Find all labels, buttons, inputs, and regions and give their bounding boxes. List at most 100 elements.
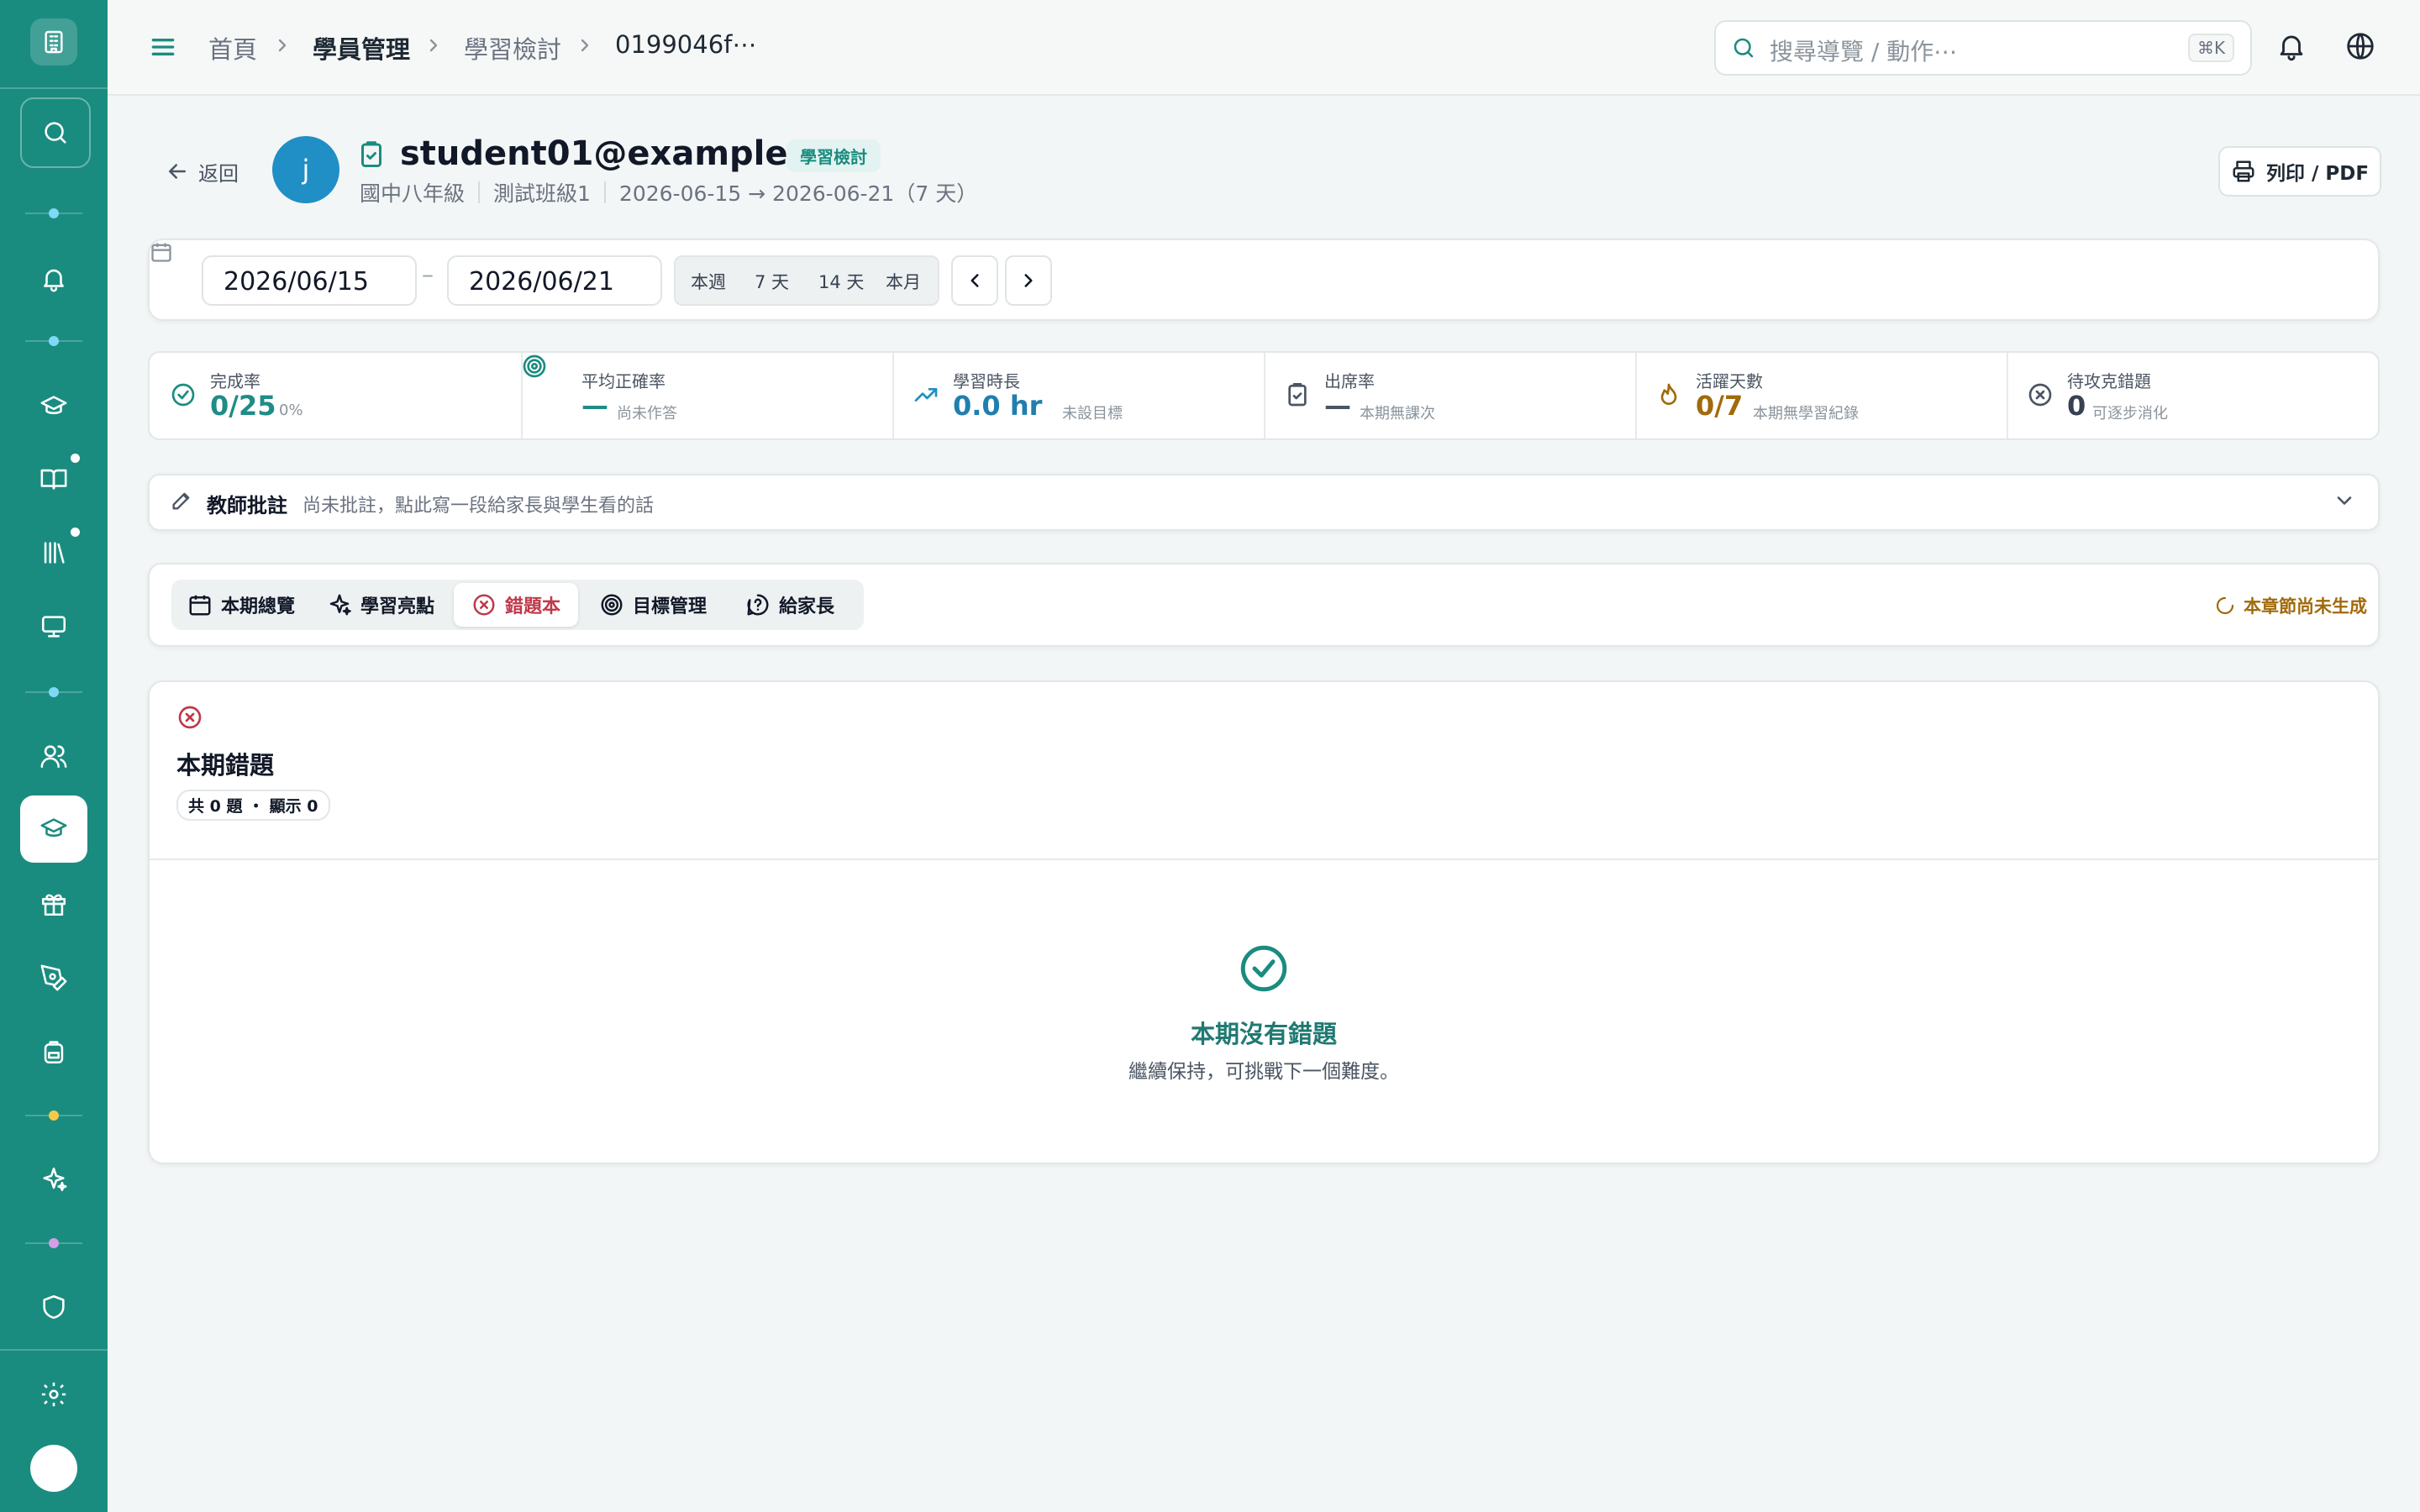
sidebar-item-classroom[interactable] xyxy=(20,593,87,660)
review-period: 2026-06-15 → 2026-06-21（7 天） xyxy=(618,181,978,206)
search-icon xyxy=(45,122,66,144)
student-class: 測試班級1 xyxy=(493,181,591,206)
tab-mistakes[interactable]: 錯題本 xyxy=(454,583,578,627)
stat-value: 0.0 hr xyxy=(953,390,1043,422)
stat-value: 0/25 xyxy=(210,390,276,422)
sidebar-item-security[interactable] xyxy=(20,1273,87,1341)
stats-strip: 完成率 0/25 0% 平均正確率 — 尚未作答 學習時長 0.0 hr 未設目… xyxy=(148,351,2380,440)
preset-14-days[interactable]: 14 天 xyxy=(818,269,864,294)
breadcrumb-page[interactable]: 學習檢討 xyxy=(464,30,561,66)
end-date-value: 2026/06/21 xyxy=(469,267,614,297)
global-search[interactable]: 搜尋導覽 / 動作⋯ ⌘K xyxy=(1714,20,2252,76)
graduation-cap-icon xyxy=(40,396,67,415)
breadcrumb-current: 0199046f⋯ xyxy=(615,30,757,59)
notifications-button[interactable] xyxy=(2275,30,2307,62)
sidebar-item-bag[interactable] xyxy=(20,1018,87,1085)
check-circle-icon xyxy=(171,383,195,407)
sidebar-item-notifications[interactable] xyxy=(20,245,87,312)
x-circle-icon xyxy=(2028,383,2052,407)
sparkles-icon xyxy=(329,594,351,616)
preset-this-week[interactable]: 本週 xyxy=(691,269,726,294)
tab-highlights[interactable]: 學習亮點 xyxy=(311,580,450,630)
sidebar-item-courses[interactable] xyxy=(20,373,87,440)
stat-label: 平均正確率 xyxy=(581,371,666,391)
section-dot xyxy=(49,1238,59,1248)
generation-status-text: 本章節尚未生成 xyxy=(2244,596,2367,617)
users-icon xyxy=(40,745,67,769)
stat-label: 出席率 xyxy=(1324,371,1375,391)
stat-sub: 未設目標 xyxy=(1062,405,1123,423)
language-button[interactable] xyxy=(2344,30,2376,62)
chevron-right-icon xyxy=(278,39,287,52)
book-open-icon xyxy=(40,469,67,490)
sidebar-item-settings[interactable] xyxy=(20,1361,87,1428)
chevron-right-icon xyxy=(581,39,589,52)
gift-icon xyxy=(41,894,66,916)
end-date-input[interactable]: 2026/06/21 xyxy=(447,255,662,306)
prev-period-button[interactable] xyxy=(951,255,998,306)
breadcrumb-home[interactable]: 首頁 xyxy=(208,30,257,66)
sidebar-item-student-management[interactable] xyxy=(20,795,87,863)
app-logo[interactable] xyxy=(30,18,77,66)
sidebar xyxy=(0,0,108,1512)
trending-up-icon xyxy=(914,388,938,402)
loader-icon xyxy=(2216,596,2234,615)
stat-sub: 尚未作答 xyxy=(617,405,677,423)
teacher-notes-toggle[interactable]: 教師批註 尚未批註，點此寫一段給家長與學生看的話 xyxy=(148,474,2380,531)
bell-icon xyxy=(2280,35,2303,61)
stat-sub: 本期無課次 xyxy=(1360,405,1435,423)
clipboard-check-icon xyxy=(361,141,381,167)
stat-label: 待攻克錯題 xyxy=(2067,371,2151,391)
sidebar-search-button[interactable] xyxy=(20,97,91,168)
tab-overview[interactable]: 本期總覽 xyxy=(171,580,311,630)
student-grade: 國中八年級 xyxy=(360,181,466,206)
preset-this-month[interactable]: 本月 xyxy=(886,269,921,294)
graduation-cap-icon xyxy=(40,818,67,837)
stat-study-time: 學習時長 0.0 hr 未設目標 xyxy=(892,353,1265,438)
next-period-button[interactable] xyxy=(1005,255,1052,306)
sidebar-item-ai[interactable] xyxy=(20,1146,87,1213)
tab-parents[interactable]: 給家長 xyxy=(723,580,857,630)
monitor-icon xyxy=(41,616,66,638)
preset-7-days[interactable]: 7 天 xyxy=(755,269,789,294)
chevron-down-icon xyxy=(2337,496,2352,505)
shield-icon xyxy=(43,1294,65,1320)
target-icon xyxy=(523,354,546,378)
user-avatar[interactable] xyxy=(30,1445,77,1492)
date-range-separator: – xyxy=(422,260,434,288)
tab-goals[interactable]: 目標管理 xyxy=(583,580,723,630)
stat-active-days: 活躍天數 0/7 本期無學習紀錄 xyxy=(1635,353,2008,438)
sidebar-item-rewards[interactable] xyxy=(20,870,87,937)
tab-label: 本期總覽 xyxy=(220,596,295,617)
printer-icon xyxy=(2233,160,2254,182)
stat-value: 0/7 xyxy=(1696,390,1744,422)
date-range-card: 2026/06/15 – 2026/06/21 本週 7 天 14 天 本月 xyxy=(148,239,2380,321)
hamburger-menu-icon xyxy=(151,39,175,56)
chevron-left-icon xyxy=(971,274,979,287)
backpack-icon xyxy=(44,1041,64,1064)
back-button[interactable]: 返回 xyxy=(165,155,239,188)
stat-pending-mistakes: 待攻克錯題 0 可逐步消化 xyxy=(2007,353,2376,438)
mistakes-title: 本期錯題 xyxy=(176,751,275,780)
search-shortcut-badge: ⌘K xyxy=(2188,34,2235,62)
flame-icon xyxy=(1660,383,1677,405)
sparkles-icon xyxy=(43,1167,67,1192)
teacher-notes-title: 教師批註 xyxy=(207,494,287,517)
start-date-input[interactable]: 2026/06/15 xyxy=(202,255,417,306)
stat-label: 學習時長 xyxy=(953,371,1020,391)
tab-label: 目標管理 xyxy=(632,596,707,617)
clipboard-icon xyxy=(1288,383,1307,407)
stat-label: 活躍天數 xyxy=(1696,371,1763,391)
unread-badge xyxy=(71,454,80,463)
sidebar-item-users[interactable] xyxy=(20,722,87,790)
section-dot xyxy=(49,1110,59,1121)
section-dot xyxy=(49,687,59,697)
menu-toggle-button[interactable] xyxy=(146,30,180,64)
gear-icon xyxy=(41,1382,66,1407)
empty-state-subtitle: 繼續保持，可挑戰下一個難度。 xyxy=(1128,1061,1399,1083)
x-circle-icon xyxy=(178,706,202,729)
generation-status: 本章節尚未生成 xyxy=(2215,593,2367,618)
breadcrumb-section[interactable]: 學員管理 xyxy=(313,30,410,66)
print-pdf-button[interactable]: 列印 / PDF xyxy=(2218,146,2381,197)
sidebar-item-design[interactable] xyxy=(20,944,87,1011)
